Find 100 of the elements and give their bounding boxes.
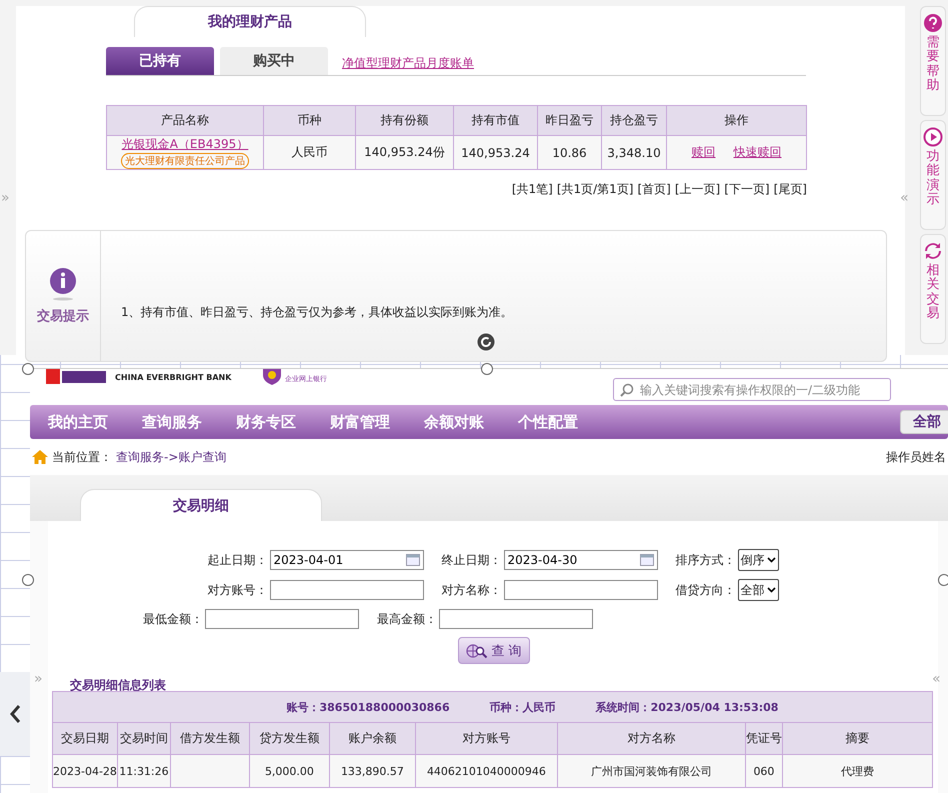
pager-link[interactable]: [上一页] xyxy=(674,181,720,198)
column-header: 借方发生额 xyxy=(170,722,250,754)
nav-item[interactable]: 财务专区 xyxy=(224,412,308,432)
column-header: 昨日盈亏 xyxy=(538,106,602,136)
column-header: 持有份额 xyxy=(356,106,454,136)
column-header: 贷方发生额 xyxy=(249,722,330,754)
resize-handle[interactable] xyxy=(22,363,34,375)
tips-label: 交易提示 xyxy=(37,308,89,325)
table-cell: 代理费 xyxy=(782,754,932,788)
nav-item[interactable]: 余额对账 xyxy=(412,412,496,432)
section-title: 我的理财产品 xyxy=(134,6,366,37)
input-field[interactable] xyxy=(205,609,359,629)
pager-link[interactable]: [共1页/第1页] xyxy=(556,181,634,198)
input-field[interactable] xyxy=(270,580,424,600)
nav-item[interactable]: 查询服务 xyxy=(130,412,214,432)
rotate-handle[interactable] xyxy=(477,333,495,351)
resize-handle[interactable] xyxy=(22,574,34,586)
input-field[interactable] xyxy=(439,609,593,629)
action-link[interactable]: 赎回 xyxy=(692,144,716,161)
breadcrumb-label: 当前位置： xyxy=(52,448,112,466)
table-cell: 人民币 xyxy=(264,136,356,170)
calendar-icon[interactable] xyxy=(640,554,654,566)
search-icon xyxy=(620,382,634,396)
calendar-icon[interactable] xyxy=(406,554,420,566)
chevron-left-icon[interactable] xyxy=(9,704,21,724)
refresh-icon xyxy=(923,241,943,261)
globe-search-icon xyxy=(466,642,488,658)
bank-logo xyxy=(46,369,108,385)
date-field[interactable]: 2023-04-01 xyxy=(270,550,424,570)
table-cell: 3,348.10 xyxy=(602,136,666,170)
nav-item[interactable]: 个性配置 xyxy=(506,412,590,432)
table-cell: 10.86 xyxy=(538,136,602,170)
side-button[interactable]: 需要帮助 xyxy=(920,6,946,116)
table-cell: 11:31:26 xyxy=(117,754,170,788)
caret-icon xyxy=(766,587,776,593)
all-menu-button[interactable]: 全部 xyxy=(900,410,948,434)
column-header: 操作 xyxy=(666,106,806,136)
column-header: 交易时间 xyxy=(117,722,170,754)
table-cell: 140,953.24份 xyxy=(356,136,454,170)
field-label: 终止日期： xyxy=(442,552,502,568)
table-cell: 133,890.57 xyxy=(329,754,416,788)
play-icon xyxy=(923,127,943,147)
column-header: 账户余额 xyxy=(329,722,416,754)
tab[interactable]: 已持有 xyxy=(106,47,214,75)
column-header: 对方名称 xyxy=(557,722,746,754)
pager-link[interactable]: [首页] xyxy=(638,181,671,198)
column-header: 币种 xyxy=(264,106,356,136)
field-label: 对方账号： xyxy=(208,582,268,598)
shield-logo xyxy=(262,369,282,385)
info-icon xyxy=(48,267,78,301)
table-cell: 2023-04-28 xyxy=(52,754,118,788)
field-label: 起止日期： xyxy=(208,552,268,568)
input-field[interactable] xyxy=(504,580,658,600)
field-label: 借贷方向： xyxy=(676,582,736,598)
column-header: 持仓盈亏 xyxy=(602,106,666,136)
info-text: 系统时间：2023/05/04 13:53:08 xyxy=(596,700,778,714)
statement-link[interactable]: 净值型理财产品月度账单 xyxy=(342,55,474,72)
field-label: 最高金额： xyxy=(377,610,437,628)
dropdown[interactable]: 倒序 xyxy=(738,549,778,571)
dropdown[interactable]: 全部 xyxy=(738,579,778,601)
table-cell: 5,000.00 xyxy=(249,754,330,788)
list-title: 交易明细信息列表 xyxy=(70,677,166,694)
column-header: 产品名称 xyxy=(106,106,264,136)
search-field[interactable]: 输入关键词搜索有操作权限的一/二级功能 xyxy=(613,378,891,401)
column-header: 持有市值 xyxy=(454,106,538,136)
table-cell: 44062101040000946 xyxy=(415,754,558,788)
side-button[interactable]: 相关交易 xyxy=(920,234,946,344)
column-header: 凭证号 xyxy=(745,722,782,754)
nav-item[interactable]: 我的主页 xyxy=(36,412,120,432)
field-label: 排序方式： xyxy=(676,552,736,568)
column-header: 摘要 xyxy=(782,722,932,754)
action-link[interactable]: 快速赎回 xyxy=(734,144,782,161)
bank-name: CHINA EVERBRIGHT BANK xyxy=(115,373,232,382)
field-label: 最低金额： xyxy=(143,610,203,628)
pager-link[interactable]: [下一页] xyxy=(724,181,770,198)
breadcrumb-path[interactable]: 查询服务->账户查询 xyxy=(116,448,226,466)
date-field[interactable]: 2023-04-30 xyxy=(504,550,658,570)
column-header: 交易日期 xyxy=(52,722,118,754)
pager-link[interactable]: [尾页] xyxy=(774,181,807,198)
query-button[interactable]: 查 询 xyxy=(458,637,530,664)
pager-link[interactable]: [共1笔] xyxy=(512,181,553,198)
tip-text: 1、持有市值、昨日盈亏、持仓盈亏仅为参考，具体收益以实际到账为准。 xyxy=(121,304,513,320)
field-label: 对方名称： xyxy=(442,582,502,598)
nav-item[interactable]: 财富管理 xyxy=(318,412,402,432)
issuer-badge: 光大理财有限责任公司产品 xyxy=(121,153,249,169)
resize-handle[interactable] xyxy=(481,363,493,375)
operator-name: 操作员姓名 xyxy=(886,448,946,466)
product-link[interactable]: 光银现金A（EB4395） xyxy=(107,136,263,153)
table-cell: 广州市国河装饰有限公司 xyxy=(557,754,746,788)
help-icon xyxy=(923,13,943,33)
side-button[interactable]: 功能演示 xyxy=(920,120,946,230)
section-title: 交易明细 xyxy=(80,489,322,522)
info-text: 账号：38650188000030866 xyxy=(286,700,450,714)
home-icon[interactable] xyxy=(32,450,48,464)
caret-icon xyxy=(766,557,776,563)
table-cell: 060 xyxy=(745,754,782,788)
column-header: 对方账号 xyxy=(415,722,558,754)
tab[interactable]: 购买中 xyxy=(220,47,328,75)
table-cell: 140,953.24 xyxy=(454,136,538,170)
info-text: 币种：人民币 xyxy=(490,700,556,714)
